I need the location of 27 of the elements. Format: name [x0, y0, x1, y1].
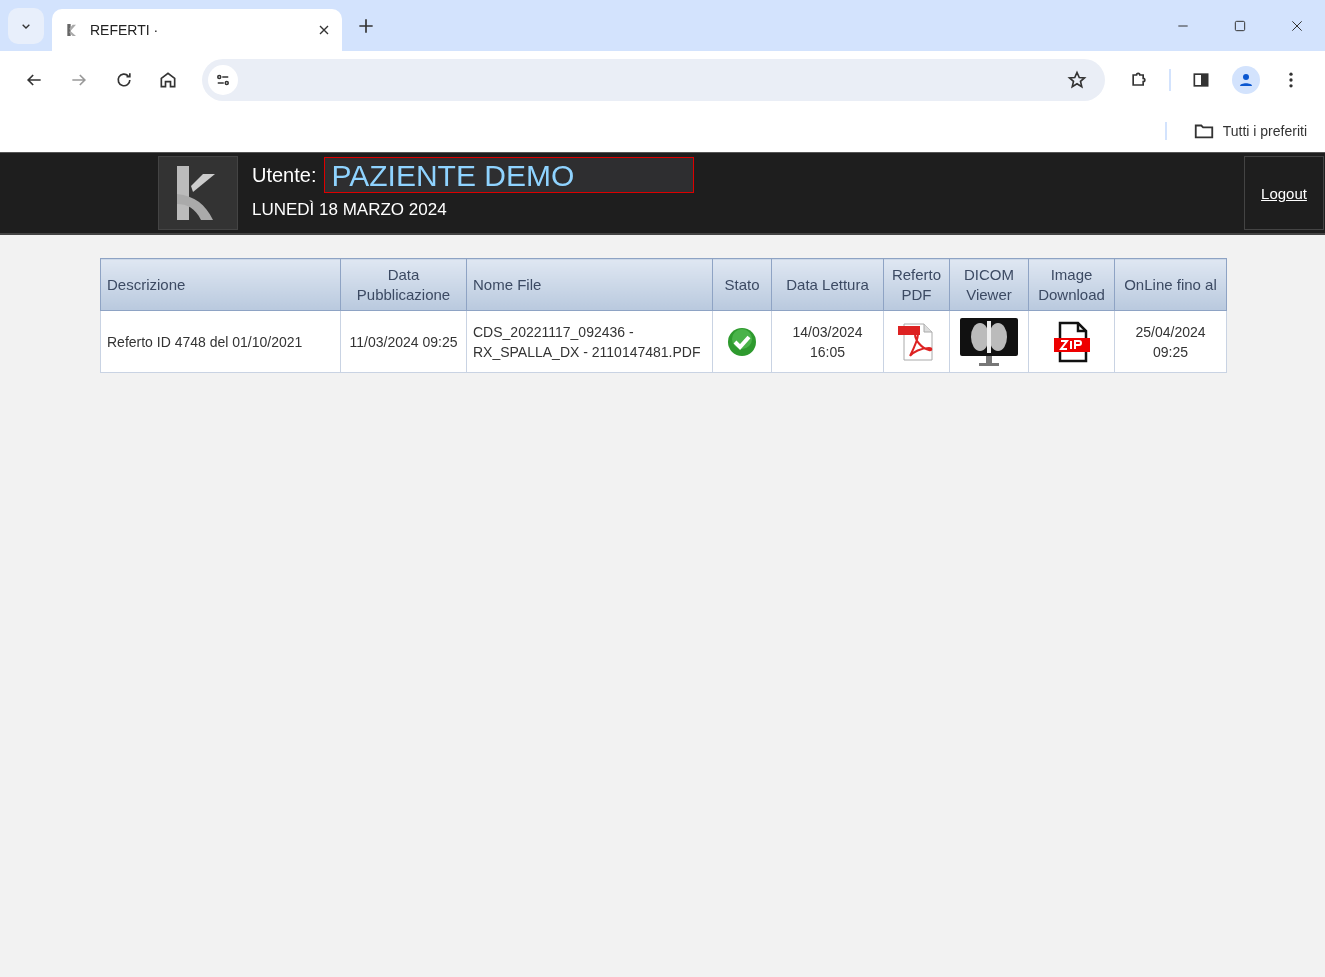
bookmarks-link[interactable]: Tutti i preferiti	[1222, 122, 1307, 139]
home-icon[interactable]	[158, 70, 179, 90]
side-panel-icon[interactable]	[1191, 70, 1212, 90]
user-name: PAZIENTE DEMO	[324, 157, 695, 193]
cell-text: 14/03/2024 16:05	[792, 323, 863, 360]
column-header: Stato	[712, 258, 772, 311]
xray-monitor-icon[interactable]	[959, 316, 1019, 367]
cell-text: CDS_20221117_092436 - RX_SPALLA_DX - 2110147481.PDF	[473, 323, 701, 360]
star-icon[interactable]	[1066, 70, 1087, 90]
column-header: Nome File	[466, 258, 713, 311]
logout-link[interactable]: Logout	[1244, 156, 1324, 230]
tab-title: REFERTI ·	[90, 22, 160, 38]
browser-tab[interactable]: REFERTI ·	[52, 9, 342, 51]
column-header: DICOM Viewer	[949, 258, 1029, 311]
column-header: Data Pubblicazione	[340, 258, 467, 311]
current-date: LUNEDÌ 18 MARZO 2024	[252, 200, 448, 220]
cell-text: Referto ID 4748 del 01/10/2021	[107, 333, 303, 350]
column-header: Descrizione	[100, 258, 341, 311]
cell-text: 11/03/2024 09:25	[349, 333, 458, 350]
profile-avatar[interactable]	[1232, 66, 1261, 94]
column-header: Data Lettura	[771, 258, 884, 311]
column-header: Image Download	[1028, 258, 1115, 311]
cell-text: 25/04/2024 09:25	[1135, 323, 1206, 360]
k-logo-icon	[158, 156, 238, 230]
column-header: OnLine fino al	[1114, 258, 1227, 311]
user-label: Utente:	[252, 163, 317, 187]
column-header: Referto PDF	[883, 258, 950, 311]
